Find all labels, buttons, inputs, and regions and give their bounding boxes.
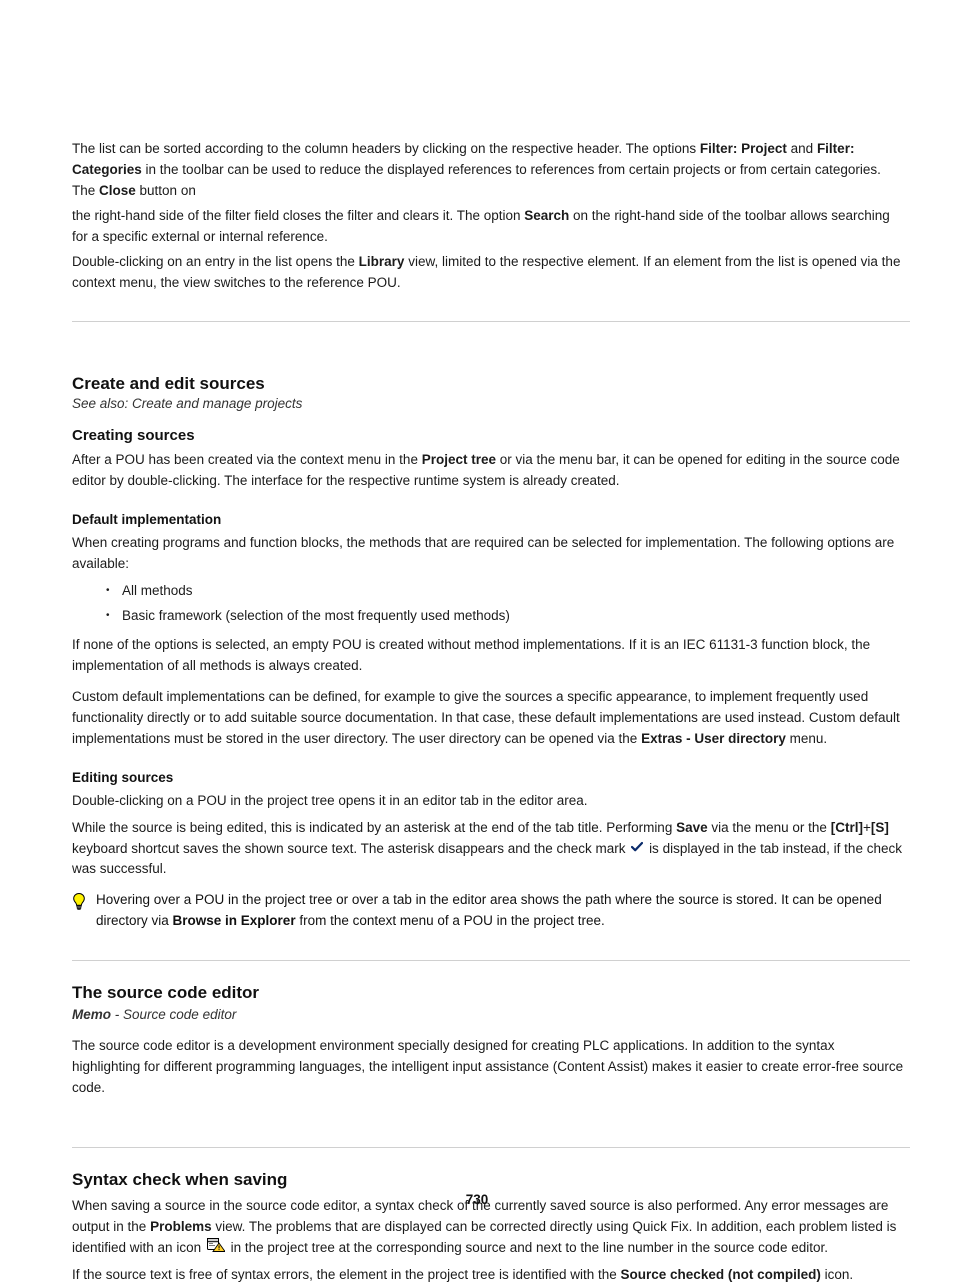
lightbulb-icon <box>72 892 86 917</box>
source-checked-label: Source checked (not compiled) <box>621 1267 821 1282</box>
paragraph: While the source is being edited, this i… <box>72 818 906 881</box>
shortcut-s: [S] <box>871 820 889 835</box>
memo-label: Memo <box>72 1007 111 1022</box>
library-label: Library <box>359 254 405 269</box>
close-label: Close <box>99 183 136 198</box>
subheading-default-implementation: Default implementation <box>72 512 906 527</box>
list-item: Basic framework (selection of the most f… <box>122 604 906 629</box>
text: If the source text is free of syntax err… <box>72 1267 621 1282</box>
list-item: All methods <box>122 579 906 604</box>
text: via the menu or the <box>708 820 831 835</box>
project-tree-label: Project tree <box>422 452 496 467</box>
text: While the source is being edited, this i… <box>72 820 676 835</box>
text: + <box>863 820 871 835</box>
paragraph: After a POU has been created via the con… <box>72 450 906 492</box>
paragraph: When creating programs and function bloc… <box>72 533 906 575</box>
text: icon. <box>821 1267 853 1282</box>
text: After a POU has been created via the con… <box>72 452 422 467</box>
paragraph: Double-clicking on a POU in the project … <box>72 791 906 812</box>
section-heading-create-edit: Create and edit sources <box>72 374 906 394</box>
paragraph: If none of the options is selected, an e… <box>72 635 906 677</box>
paragraph: If the source text is free of syntax err… <box>72 1265 906 1286</box>
checkmark-icon <box>631 839 643 860</box>
text: from the context menu of a POU in the pr… <box>296 913 605 928</box>
search-label: Search <box>524 208 569 223</box>
page-number: 730 <box>0 1192 954 1207</box>
text: keyboard shortcut saves the shown source… <box>72 841 629 856</box>
section-heading-source-editor: The source code editor <box>72 983 906 1003</box>
text: The list can be sorted according to the … <box>72 141 700 156</box>
text: button on <box>136 183 196 198</box>
text: menu. <box>786 731 827 746</box>
section-heading-syntax-check: Syntax check when saving <box>72 1170 906 1190</box>
memo-text: - Source code editor <box>111 1007 236 1022</box>
problems-view-label: Problems <box>150 1219 212 1234</box>
paragraph: Custom default implementations can be de… <box>72 687 906 750</box>
subheading-creating-sources: Creating sources <box>72 427 906 444</box>
document-page: The list can be sorted according to the … <box>0 0 954 1235</box>
intro-paragraph: The list can be sorted according to the … <box>72 139 906 293</box>
memo-line: Memo - Source code editor <box>72 1005 906 1026</box>
tip-text: Hovering over a POU in the project tree … <box>96 890 906 932</box>
save-label: Save <box>676 820 708 835</box>
see-also-link: See also: Create and manage projects <box>72 396 906 411</box>
text: in the project tree at the corresponding… <box>231 1240 828 1255</box>
filter-project-label: Filter: Project <box>700 141 787 156</box>
subheading-editing-sources: Editing sources <box>72 770 906 785</box>
menu-extras-userdir-label: Extras - User directory <box>641 731 786 746</box>
bullet-list: All methods Basic framework (selection o… <box>72 579 906 629</box>
paragraph: The source code editor is a development … <box>72 1036 906 1099</box>
problem-overlay-icon <box>207 1238 225 1259</box>
tip-block: Hovering over a POU in the project tree … <box>72 890 906 932</box>
shortcut-ctrl: [Ctrl] <box>831 820 863 835</box>
text: and <box>787 141 817 156</box>
text: Double-clicking on an entry in the list … <box>72 254 359 269</box>
browse-in-explorer-label: Browse in Explorer <box>173 913 296 928</box>
text: the right-hand side of the filter field … <box>72 208 524 223</box>
